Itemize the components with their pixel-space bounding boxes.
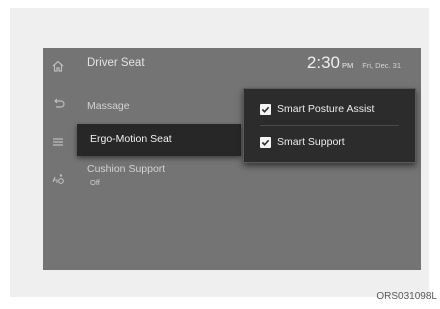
home-icon[interactable] xyxy=(51,59,65,73)
menu-item-label: Ergo-Motion Seat xyxy=(90,133,172,145)
option-smart-posture-assist[interactable]: Smart Posture Assist xyxy=(260,102,374,116)
option-label: Smart Support xyxy=(277,136,345,148)
figure-caption: ORS031098L xyxy=(376,291,437,302)
seat-settings-icon[interactable] xyxy=(51,171,65,185)
clock: 2:30 PM Fri, Dec. 31 xyxy=(307,53,401,73)
cushion-support-value: Off xyxy=(90,178,100,187)
checkbox-checked-icon[interactable] xyxy=(260,136,271,148)
menu-item-massage[interactable]: Massage xyxy=(87,100,130,112)
menu-item-ergo-motion-seat[interactable]: Ergo-Motion Seat xyxy=(77,124,241,156)
checkbox-checked-icon[interactable] xyxy=(260,103,271,115)
menu-icon[interactable] xyxy=(51,135,65,149)
option-label: Smart Posture Assist xyxy=(277,103,375,115)
clock-ampm: PM xyxy=(341,61,354,70)
ergo-motion-options-popup: Smart Posture Assist Smart Support xyxy=(243,88,416,163)
clock-date: Fri, Dec. 31 xyxy=(362,61,401,70)
side-rail xyxy=(43,48,71,270)
menu-item-cushion-support[interactable]: Cushion Support xyxy=(87,163,165,175)
option-smart-support[interactable]: Smart Support xyxy=(260,135,345,149)
clock-time: 2:30 xyxy=(306,53,340,72)
back-icon[interactable] xyxy=(51,97,65,111)
divider xyxy=(260,125,399,126)
page-title: Driver Seat xyxy=(87,57,145,69)
infotainment-screen: Driver Seat 2:30 PM Fri, Dec. 31 Massage E… xyxy=(43,48,421,270)
